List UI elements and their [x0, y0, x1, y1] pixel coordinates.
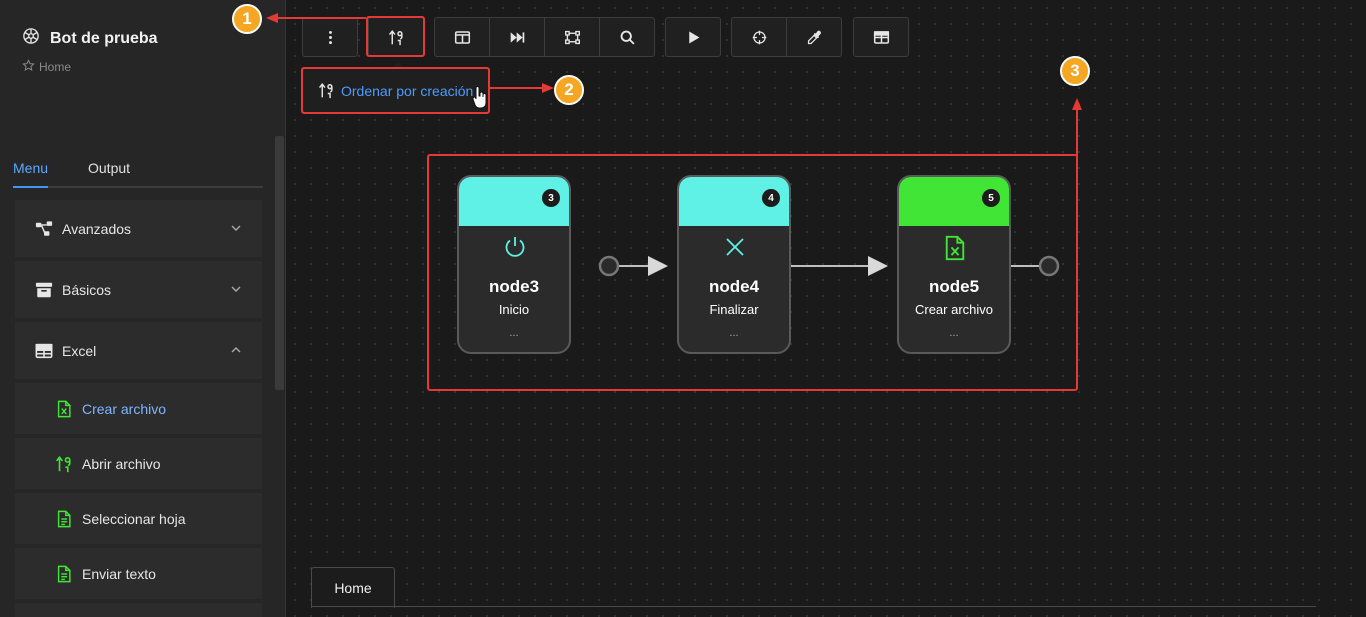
eyedropper-icon	[807, 30, 821, 44]
run-button[interactable]	[665, 17, 721, 57]
tab-bar-divider	[311, 606, 1316, 607]
search-button[interactable]	[599, 17, 655, 57]
chevron-up-icon	[231, 347, 241, 353]
sort-icon	[318, 82, 335, 99]
annotation-step-2: 2	[554, 75, 584, 105]
menu-group-basicos[interactable]: Básicos	[15, 261, 262, 318]
center-view-button[interactable]	[731, 17, 787, 57]
annotation-step-1: 1	[232, 4, 262, 34]
fast-forward-button[interactable]	[489, 17, 545, 57]
node-name: node5	[928, 277, 980, 296]
sidebar-tabs: Menu Output	[13, 150, 263, 188]
transform-button[interactable]	[544, 17, 600, 57]
excel-file-icon	[55, 400, 73, 418]
tooltip-label: Ordenar por creación	[341, 82, 474, 99]
menu-group-label: Excel	[62, 342, 97, 359]
chevron-down-icon	[231, 225, 241, 231]
node-more: ...	[729, 327, 739, 339]
flow-node-node3[interactable]: 3 node3 Inicio ...	[457, 175, 571, 354]
bot-logo-icon	[22, 27, 40, 50]
sort-by-creation-option[interactable]: Ordenar por creación	[302, 68, 489, 113]
sort-button[interactable]	[368, 17, 424, 57]
table-view-button[interactable]	[853, 17, 909, 57]
menu-item-crear-archivo[interactable]: Crear archivo	[15, 383, 262, 434]
menu-item-seleccionar-hoja[interactable]: Seleccionar hoja	[15, 493, 262, 544]
menu-item-label: Seleccionar hoja	[82, 510, 186, 527]
play-icon	[688, 31, 699, 43]
close-icon	[723, 235, 747, 261]
node-description: Inicio	[498, 302, 530, 317]
app-title: Bot de prueba	[22, 27, 158, 50]
node-description: Finalizar	[709, 302, 759, 317]
sidebar-scrollbar[interactable]	[275, 136, 284, 390]
archive-icon	[35, 281, 53, 299]
hand-cursor-icon	[472, 86, 487, 109]
more-options-button[interactable]	[302, 17, 358, 57]
chevron-down-icon	[231, 286, 241, 292]
menu-item-label: Enviar texto	[82, 565, 156, 582]
sort-icon	[388, 29, 403, 45]
tab-output[interactable]: Output	[88, 160, 130, 176]
menu-item-enviar-texto[interactable]: Enviar texto	[15, 548, 262, 599]
menu-group-label: Avanzados	[62, 220, 132, 237]
power-icon	[503, 235, 527, 261]
sort-icon	[55, 455, 73, 473]
menu-group-label: Básicos	[62, 281, 112, 298]
node-header: 3	[459, 177, 569, 226]
excel-file-icon	[943, 235, 967, 261]
node-description: Crear archivo	[914, 302, 994, 317]
node-header: 5	[899, 177, 1009, 226]
app-title-text: Bot de prueba	[50, 29, 158, 47]
sidebar: Bot de prueba Home Menu Output Avanzados	[0, 0, 286, 617]
menu-item-label: Crear archivo	[82, 400, 167, 417]
node-count-badge: 4	[762, 189, 780, 207]
menu-group-excel[interactable]: Excel	[15, 322, 262, 379]
document-icon	[55, 565, 73, 583]
node-count-badge: 5	[982, 189, 1000, 207]
node-name: node4	[708, 277, 760, 296]
menu-item-label: Abrir archivo	[82, 455, 161, 472]
flow-node-node5[interactable]: 5 node5 Crear archivo ...	[897, 175, 1011, 354]
crosshair-icon	[752, 30, 766, 44]
node-header: 4	[679, 177, 789, 226]
breadcrumb-home: Home	[39, 60, 72, 74]
flow-node-node4[interactable]: 4 node4 Finalizar ...	[677, 175, 791, 354]
columns-icon	[454, 30, 470, 44]
menu-group-avanzados[interactable]: Avanzados	[15, 200, 262, 257]
eyedropper-button[interactable]	[786, 17, 842, 57]
node-more: ...	[949, 327, 959, 339]
transform-icon	[564, 30, 580, 44]
table-icon	[35, 342, 53, 360]
sidebar-menu: Avanzados Básicos Excel Crear archivo Ab…	[15, 200, 262, 617]
document-icon	[55, 510, 73, 528]
node-count-badge: 3	[542, 189, 560, 207]
node-more: ...	[509, 327, 519, 339]
tab-menu[interactable]: Menu	[13, 160, 48, 176]
table-icon	[873, 30, 889, 44]
star-icon	[22, 59, 35, 75]
more-vertical-icon	[328, 30, 332, 44]
columns-button[interactable]	[434, 17, 490, 57]
breadcrumb[interactable]: Home	[22, 59, 71, 75]
fast-forward-icon	[510, 31, 524, 43]
branch-icon	[35, 220, 53, 238]
menu-item-abrir-archivo[interactable]: Abrir archivo	[15, 438, 262, 489]
active-tab-indicator	[13, 186, 48, 188]
node-name: node3	[488, 277, 540, 296]
search-icon	[620, 30, 635, 45]
tab-home[interactable]: Home	[311, 567, 395, 608]
annotation-step-3: 3	[1060, 56, 1090, 86]
menu-item-partial[interactable]	[15, 603, 262, 617]
